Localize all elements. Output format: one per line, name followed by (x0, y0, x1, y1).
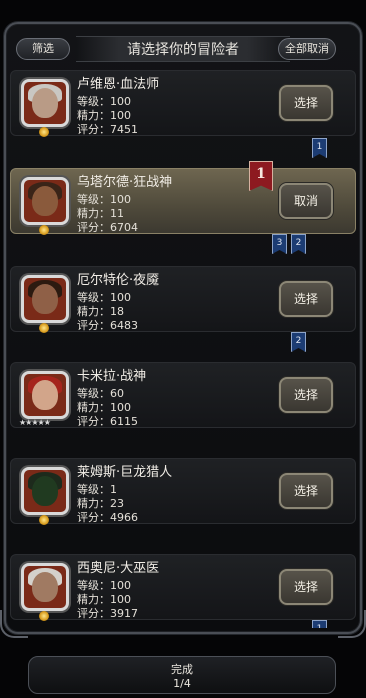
adventurer-card[interactable]: 莱姆斯·巨龙猎人 等级：1 精力：23 评分：4966 选择 (10, 458, 356, 525)
select-button[interactable]: 选择 (279, 569, 333, 605)
select-button[interactable]: 选择 (279, 473, 333, 509)
page-indicator: 1/4 (173, 677, 191, 690)
adventurer-name: 卢维恩·血法师 (77, 77, 160, 92)
adventurer-card[interactable]: 西奥尼·大巫医 等级：100 精力：100 评分：3917 选择 (10, 554, 356, 621)
cancel-button[interactable]: 取消 (279, 183, 333, 219)
adventurer-portrait (21, 371, 69, 419)
adventurer-card-selected[interactable]: 1 乌塔尔德·狂战神 等级：100 精力：11 评分：6704 取消 (10, 161, 356, 235)
adventurer-list[interactable]: 卢维恩·血法师 等级：100 精力：100 评分：7451 选择 1 1 乌塔尔… (10, 68, 356, 628)
rank-gem-icon (39, 225, 49, 235)
select-button[interactable]: 选择 (279, 85, 333, 121)
adventurer-score: 评分：6704 (77, 221, 138, 234)
adventurer-name: 西奥尼·大巫医 (77, 561, 160, 576)
rank-gem-icon (39, 611, 49, 621)
adventurer-score: 评分：6483 (77, 319, 138, 332)
team-slot-badge: 1 (312, 138, 327, 158)
select-button[interactable]: 选择 (279, 281, 333, 317)
rank-gem-icon (39, 127, 49, 137)
adventurer-score: 评分：6115 (77, 415, 138, 428)
adventurer-name: 乌塔尔德·狂战神 (77, 175, 173, 190)
deselect-all-button[interactable]: 全部取消 (278, 38, 336, 60)
adventurer-name: 卡米拉·战神 (77, 369, 147, 384)
team-slot-badge: 2 (291, 234, 306, 254)
adventurer-portrait (21, 177, 69, 225)
star-rating: ★★★★★ (19, 418, 51, 427)
adventurer-portrait (21, 275, 69, 323)
select-button[interactable]: 选择 (279, 377, 333, 413)
team-slot-badge: 2 (291, 332, 306, 352)
adventurer-score: 评分：4966 (77, 511, 138, 524)
team-slot-badge: 1 (312, 620, 327, 628)
adventurer-score: 评分：3917 (77, 607, 138, 620)
team-slot-badge: 3 (272, 234, 287, 254)
selection-order-badge: 1 (249, 161, 273, 191)
rank-gem-icon (39, 323, 49, 333)
done-button[interactable]: 完成 1/4 (28, 656, 336, 694)
adventurer-card[interactable]: 卢维恩·血法师 等级：100 精力：100 评分：7451 选择 (10, 70, 356, 137)
page-title: 请选择你的冒险者 (76, 36, 290, 62)
filter-button[interactable]: 筛选 (16, 38, 70, 60)
rank-gem-icon (39, 515, 49, 525)
done-label: 完成 (171, 663, 193, 676)
header: 筛选 请选择你的冒险者 全部取消 (0, 36, 366, 62)
adventurer-portrait (21, 563, 69, 611)
adventurer-portrait (21, 79, 69, 127)
adventurer-card[interactable]: ★★★★★ 卡米拉·战神 等级：60 精力：100 评分：6115 选择 (10, 362, 356, 428)
adventurer-score: 评分：7451 (77, 123, 138, 136)
adventurer-card[interactable]: 厄尔特伦·夜魇 等级：100 精力：18 评分：6483 选择 (10, 266, 356, 333)
adventurer-portrait (21, 467, 69, 515)
adventurer-name: 莱姆斯·巨龙猎人 (77, 465, 173, 480)
adventurer-name: 厄尔特伦·夜魇 (77, 273, 160, 288)
